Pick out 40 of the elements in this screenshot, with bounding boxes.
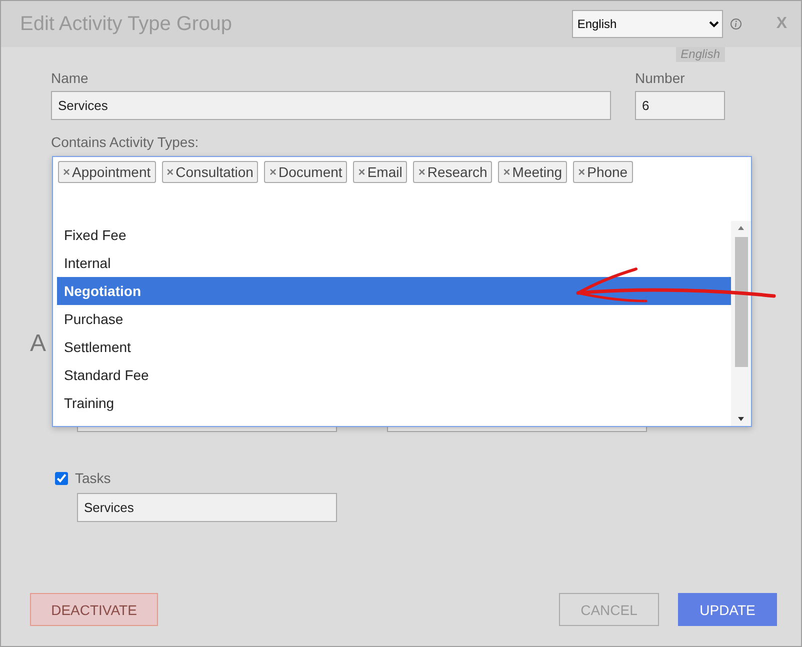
remove-icon[interactable]: × (578, 165, 586, 179)
tasks-label: Tasks (75, 470, 111, 486)
remove-icon[interactable]: × (166, 165, 174, 179)
tasks-checkbox[interactable] (55, 472, 68, 484)
name-label: Name (51, 70, 90, 86)
remove-icon[interactable]: × (358, 165, 366, 179)
tasks-field[interactable]: Services (77, 493, 337, 522)
section-heading: A (30, 330, 46, 358)
remove-icon[interactable]: × (63, 165, 70, 179)
remove-icon[interactable]: × (269, 165, 276, 179)
tag-chip[interactable]: ×Phone (573, 161, 633, 183)
dropdown-option[interactable]: Standard Fee (57, 361, 731, 389)
language-badge: English (676, 47, 725, 62)
deactivate-button[interactable]: DEACTIVATE (30, 593, 158, 626)
number-label: Number (635, 70, 686, 86)
dropdown-option[interactable]: Fixed Fee (57, 221, 731, 249)
tag-chip[interactable]: ×Research (413, 161, 492, 183)
language-select[interactable]: English (572, 10, 724, 38)
remove-icon[interactable]: × (418, 165, 426, 179)
scroll-down-icon[interactable] (738, 417, 744, 421)
number-field[interactable]: 6 (635, 91, 725, 120)
tag-chip[interactable]: ×Appointment (58, 161, 156, 183)
name-field[interactable]: Services (51, 91, 611, 120)
dropdown-option[interactable]: Negotiation (57, 277, 731, 305)
tag-chip[interactable]: ×Document (264, 161, 348, 183)
dropdown-option[interactable]: Settlement (57, 333, 731, 361)
info-icon[interactable] (730, 18, 742, 30)
scroll-up-icon[interactable] (738, 226, 744, 230)
tag-chip[interactable]: ×Consultation (162, 161, 258, 183)
dropdown-option[interactable]: Internal (57, 249, 731, 277)
dropdown-option[interactable]: Purchase (57, 305, 731, 333)
contains-label: Contains Activity Types: (51, 134, 200, 150)
scrollbar[interactable] (731, 221, 751, 426)
activity-type-dropdown[interactable]: ×Appointment ×Consultation ×Document ×Email ×Research ×Meeting ×Phone Fixed Fee Internal Negotiation Purchase Settlement Standard Fee Training (52, 156, 752, 427)
dropdown-option[interactable]: Training (57, 389, 731, 417)
tag-chip[interactable]: ×Meeting (498, 161, 568, 183)
tag-chip[interactable]: ×Email (353, 161, 408, 183)
window-title: Edit Activity Type Group (20, 12, 233, 36)
update-button[interactable]: UPDATE (678, 593, 777, 626)
remove-icon[interactable]: × (503, 165, 510, 179)
